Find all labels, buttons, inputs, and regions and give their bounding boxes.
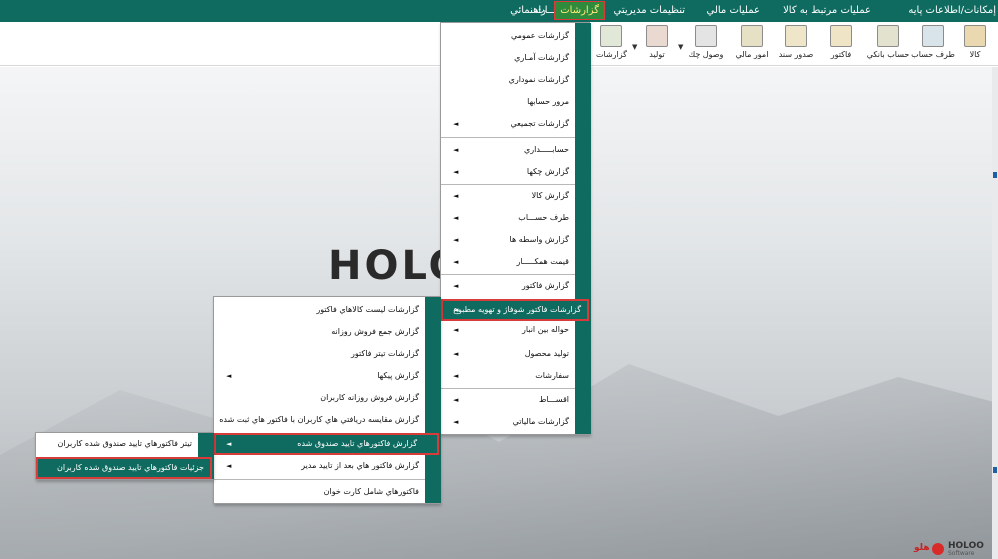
- toolbar-finance-button[interactable]: امور مالي: [734, 25, 770, 65]
- menu-item-accounting[interactable]: ◄ حسابـــــداري: [441, 139, 575, 161]
- submenu-item-daily-sales-total[interactable]: گزارش جمع فروش روزانه: [214, 321, 425, 343]
- menu-separator: [214, 479, 425, 480]
- menu-item-account-party[interactable]: ◄ طرف حســـاب: [441, 207, 575, 229]
- submenu-item-invoice-goods-list[interactable]: گزارشات ليست كالاهاي فاكتور: [214, 299, 425, 321]
- menu-separator: [441, 137, 575, 138]
- submenu-item-user-daily-sales[interactable]: گزارش فروش روزانه كاربران: [214, 387, 425, 409]
- chevron-left-icon: ◄: [453, 192, 459, 200]
- chevron-left-icon: ◄: [453, 120, 459, 128]
- production-icon: [646, 25, 668, 47]
- menu-goods-ops[interactable]: عمليات مرتبط به كالا: [783, 0, 871, 22]
- toolbar-issue-document-button[interactable]: صدور سند: [778, 25, 814, 65]
- chevron-left-icon: ◄: [453, 146, 459, 154]
- menu-reports[interactable]: گزارشات: [554, 1, 605, 20]
- toolbar-production-button[interactable]: توليد ▼: [632, 25, 672, 65]
- submenu-item-user-receipt-comparison[interactable]: گزارش مقايسه دريافتي هاي كاربران با فاكت…: [214, 409, 425, 431]
- finance-icon: [741, 25, 763, 47]
- invoice-icon: [830, 25, 852, 47]
- scroll-marker-icon: [993, 172, 997, 178]
- submenu-item-invoice-headers[interactable]: گزارشات تيتر فاكتور: [214, 343, 425, 365]
- invoice-reports-submenu: گزارشات ليست كالاهاي فاكتور گزارش جمع فر…: [213, 296, 441, 504]
- menu-bar: إمكانات/اطلاعات پايه عمليات مرتبط به كال…: [0, 0, 998, 22]
- chevron-left-icon: ◄: [453, 168, 459, 176]
- menu-financial-ops[interactable]: عمليات مالي: [706, 0, 760, 22]
- toolbar-reports-button[interactable]: گزارشات: [596, 25, 627, 65]
- envelope-icon: [695, 25, 717, 47]
- scroll-marker-icon: [993, 467, 997, 473]
- chevron-left-icon: ◄: [226, 440, 232, 448]
- submenu-item-cashbox-invoice-headers[interactable]: تيتر فاكتورهاي تاييد صندوق شده كاربران: [36, 433, 198, 455]
- menu-item-chart-reports[interactable]: گزارشات نموداري: [441, 69, 575, 91]
- menu-item-partner-price[interactable]: ◄ قيمت همكـــــار: [441, 251, 575, 273]
- chevron-down-icon[interactable]: ▼: [678, 43, 683, 51]
- menu-gutter: [575, 23, 591, 434]
- menu-item-agent-reports[interactable]: ◄ گزارش واسطه ها: [441, 229, 575, 251]
- menu-help[interactable]: راهنمائي: [510, 0, 546, 22]
- toolbar-account-party-button[interactable]: طرف حساب: [910, 25, 956, 65]
- user-icon: [922, 25, 944, 47]
- menu-item-invoice-report[interactable]: ◄ گزارش فاكتور: [441, 275, 575, 297]
- submenu-item-cashbox-approved-invoices[interactable]: ◄ گزارش فاكتورهاي تاييد صندوق شده: [214, 433, 439, 455]
- document-icon: [785, 25, 807, 47]
- toolbar-check-collection-button[interactable]: وصول چك ▼: [678, 25, 726, 65]
- chevron-left-icon: ◄: [453, 326, 459, 334]
- menu-item-product-production[interactable]: ◄ توليد محصول: [441, 343, 575, 365]
- logo-dot-icon: [932, 543, 944, 555]
- toolbar-invoice-button[interactable]: فاكتور: [826, 25, 856, 65]
- menu-item-goods-report[interactable]: ◄ گزارش كالا: [441, 185, 575, 207]
- menu-item-aggregate-reports[interactable]: ◄ گزارشات تجميعي: [441, 113, 575, 135]
- chevron-left-icon: ◄: [453, 350, 459, 358]
- bank-icon: [877, 25, 899, 47]
- chevron-left-icon: ◄: [453, 396, 459, 404]
- chevron-left-icon: ◄: [226, 372, 232, 380]
- menu-item-check-reports[interactable]: ◄ گزارش چكها: [441, 161, 575, 183]
- submenu-item-card-reader-invoices[interactable]: فاكتورهاي شامل كارت خوان: [214, 481, 425, 503]
- toolbar-goods-button[interactable]: كالا: [960, 25, 990, 65]
- reports-menu: گزارشات عمومي گزارشات آمـاري گزارشات نمو…: [440, 22, 591, 435]
- chevron-down-icon[interactable]: ▼: [632, 43, 637, 51]
- menu-item-account-review[interactable]: مرور حسابها: [441, 91, 575, 113]
- menu-item-tax-reports[interactable]: ◄ گزارشات مالياتي: [441, 411, 575, 433]
- menu-item-statistical-reports[interactable]: گزارشات آمـاري: [441, 47, 575, 69]
- chevron-left-icon: ◄: [453, 372, 459, 380]
- submenu-item-couriers[interactable]: ◄ گزارش پيكها: [214, 365, 425, 387]
- chevron-left-icon: ◄: [453, 258, 459, 266]
- menu-management-settings[interactable]: تنظيمات مديريتي: [614, 0, 685, 22]
- menu-item-installments[interactable]: ◄ اقســـاط: [441, 389, 575, 411]
- toolbar-bank-account-button[interactable]: حساب بانكي: [866, 25, 910, 65]
- menu-item-heating-invoice-reports[interactable]: ◄ گزارشات فاكتور شوفاژ و تهويه مطبوع: [441, 299, 589, 321]
- menu-item-orders[interactable]: ◄ سفارشات: [441, 365, 575, 387]
- chevron-left-icon: ◄: [453, 236, 459, 244]
- chevron-left-icon: ◄: [453, 282, 459, 290]
- submenu-item-cashbox-invoice-details[interactable]: جزئيات فاكتورهاي تاييد صندوق شده كاربران: [36, 457, 212, 479]
- menu-base-info[interactable]: إمكانات/اطلاعات پايه: [908, 0, 996, 22]
- submenu-item-after-manager-approval[interactable]: ◄ گزارش فاكتور هاي بعد از تاييد مدير: [214, 455, 425, 477]
- chevron-left-icon: ◄: [226, 462, 232, 470]
- menu-item-general-reports[interactable]: گزارشات عمومي: [441, 25, 575, 47]
- report-icon: [600, 25, 622, 47]
- menu-item-warehouse-transfer[interactable]: ◄ حواله بين انبار: [441, 319, 575, 341]
- chevron-left-icon: ◄: [453, 214, 459, 222]
- vertical-scrollbar[interactable]: [992, 67, 998, 559]
- chevron-left-icon: ◄: [453, 418, 459, 426]
- cashbox-approved-submenu: تيتر فاكتورهاي تاييد صندوق شده كاربران ج…: [35, 432, 214, 480]
- box-icon: [964, 25, 986, 47]
- menu-gutter: [425, 297, 441, 503]
